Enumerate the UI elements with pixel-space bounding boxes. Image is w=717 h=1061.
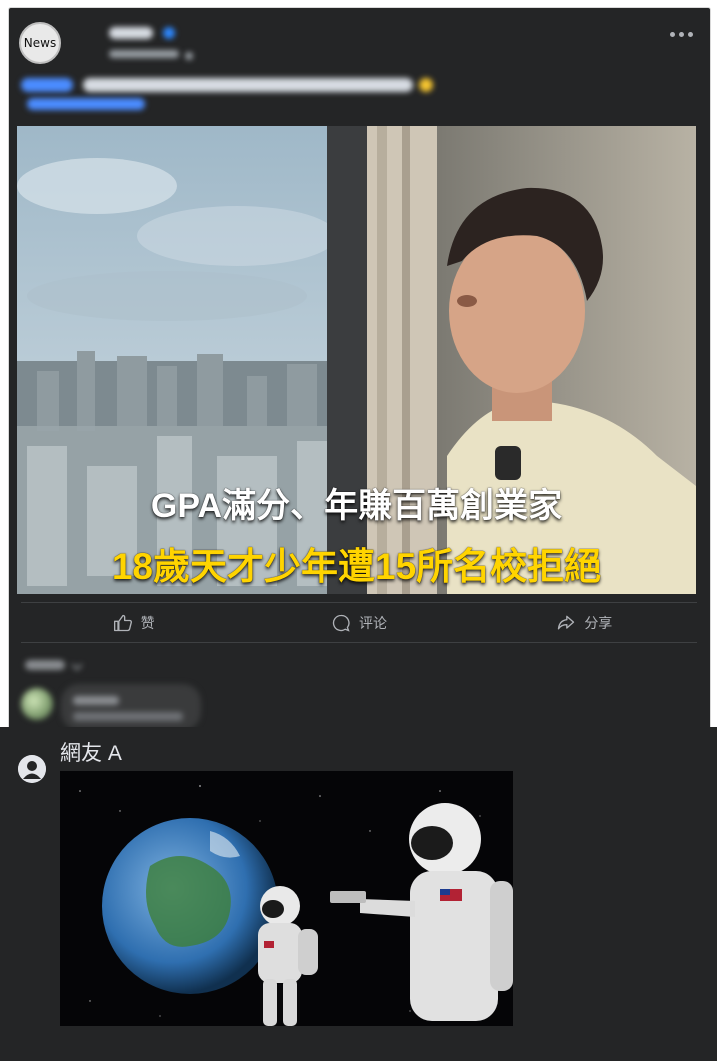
comment-button[interactable]: 评论 <box>246 606 471 640</box>
like-button[interactable]: 赞 <box>21 606 246 640</box>
comment-label: 评论 <box>358 616 387 632</box>
like-label: 赞 <box>140 616 155 632</box>
reply-comment: 網友 A <box>0 727 717 1061</box>
comment-icon <box>332 614 350 632</box>
share-button[interactable]: 分享 <box>472 606 697 640</box>
globe-icon <box>185 52 193 60</box>
image-caption-line2: 18歲天才少年遭15所名校拒絕 <box>111 546 602 587</box>
user-avatar-icon[interactable] <box>18 755 46 783</box>
page-avatar-text: News <box>23 36 57 50</box>
post-action-bar: 赞 评论 分享 <box>21 606 697 640</box>
share-label: 分享 <box>584 616 613 632</box>
post-card: News GPA滿分、年賺百萬創業家 18歲天才少年遭15所名校拒絕 赞 评论 … <box>9 8 710 800</box>
hashtag-link-redacted[interactable] <box>21 78 73 92</box>
post-image[interactable]: GPA滿分、年賺百萬創業家 18歲天才少年遭15所名校拒絕 <box>17 126 696 594</box>
share-icon <box>558 615 575 630</box>
comment-bubble-redacted <box>61 684 201 730</box>
more-options-icon[interactable] <box>670 32 694 40</box>
image-caption-line1: GPA滿分、年賺百萬創業家 <box>150 487 563 525</box>
reply-meme-image[interactable] <box>60 771 513 1026</box>
actions-top-divider <box>21 602 697 603</box>
thumbs-up-icon <box>113 614 132 632</box>
chevron-down-icon <box>71 658 83 671</box>
caption-text-redacted <box>83 78 413 92</box>
comment-sort-dropdown[interactable] <box>25 654 89 671</box>
verified-badge-icon <box>163 27 175 39</box>
page-name-redacted[interactable] <box>109 27 153 39</box>
commenter-avatar[interactable] <box>21 688 53 720</box>
page-avatar[interactable]: News <box>19 22 61 64</box>
astronaut-meme-graphic <box>60 771 513 1026</box>
post-header: News <box>9 8 710 128</box>
post-link-redacted[interactable] <box>27 98 145 110</box>
post-timestamp-redacted[interactable] <box>109 50 179 58</box>
reply-author-name[interactable]: 網友 A <box>60 737 122 767</box>
post-caption-redacted <box>21 78 441 92</box>
emoji-icon <box>419 78 433 92</box>
actions-bottom-divider <box>21 642 697 643</box>
